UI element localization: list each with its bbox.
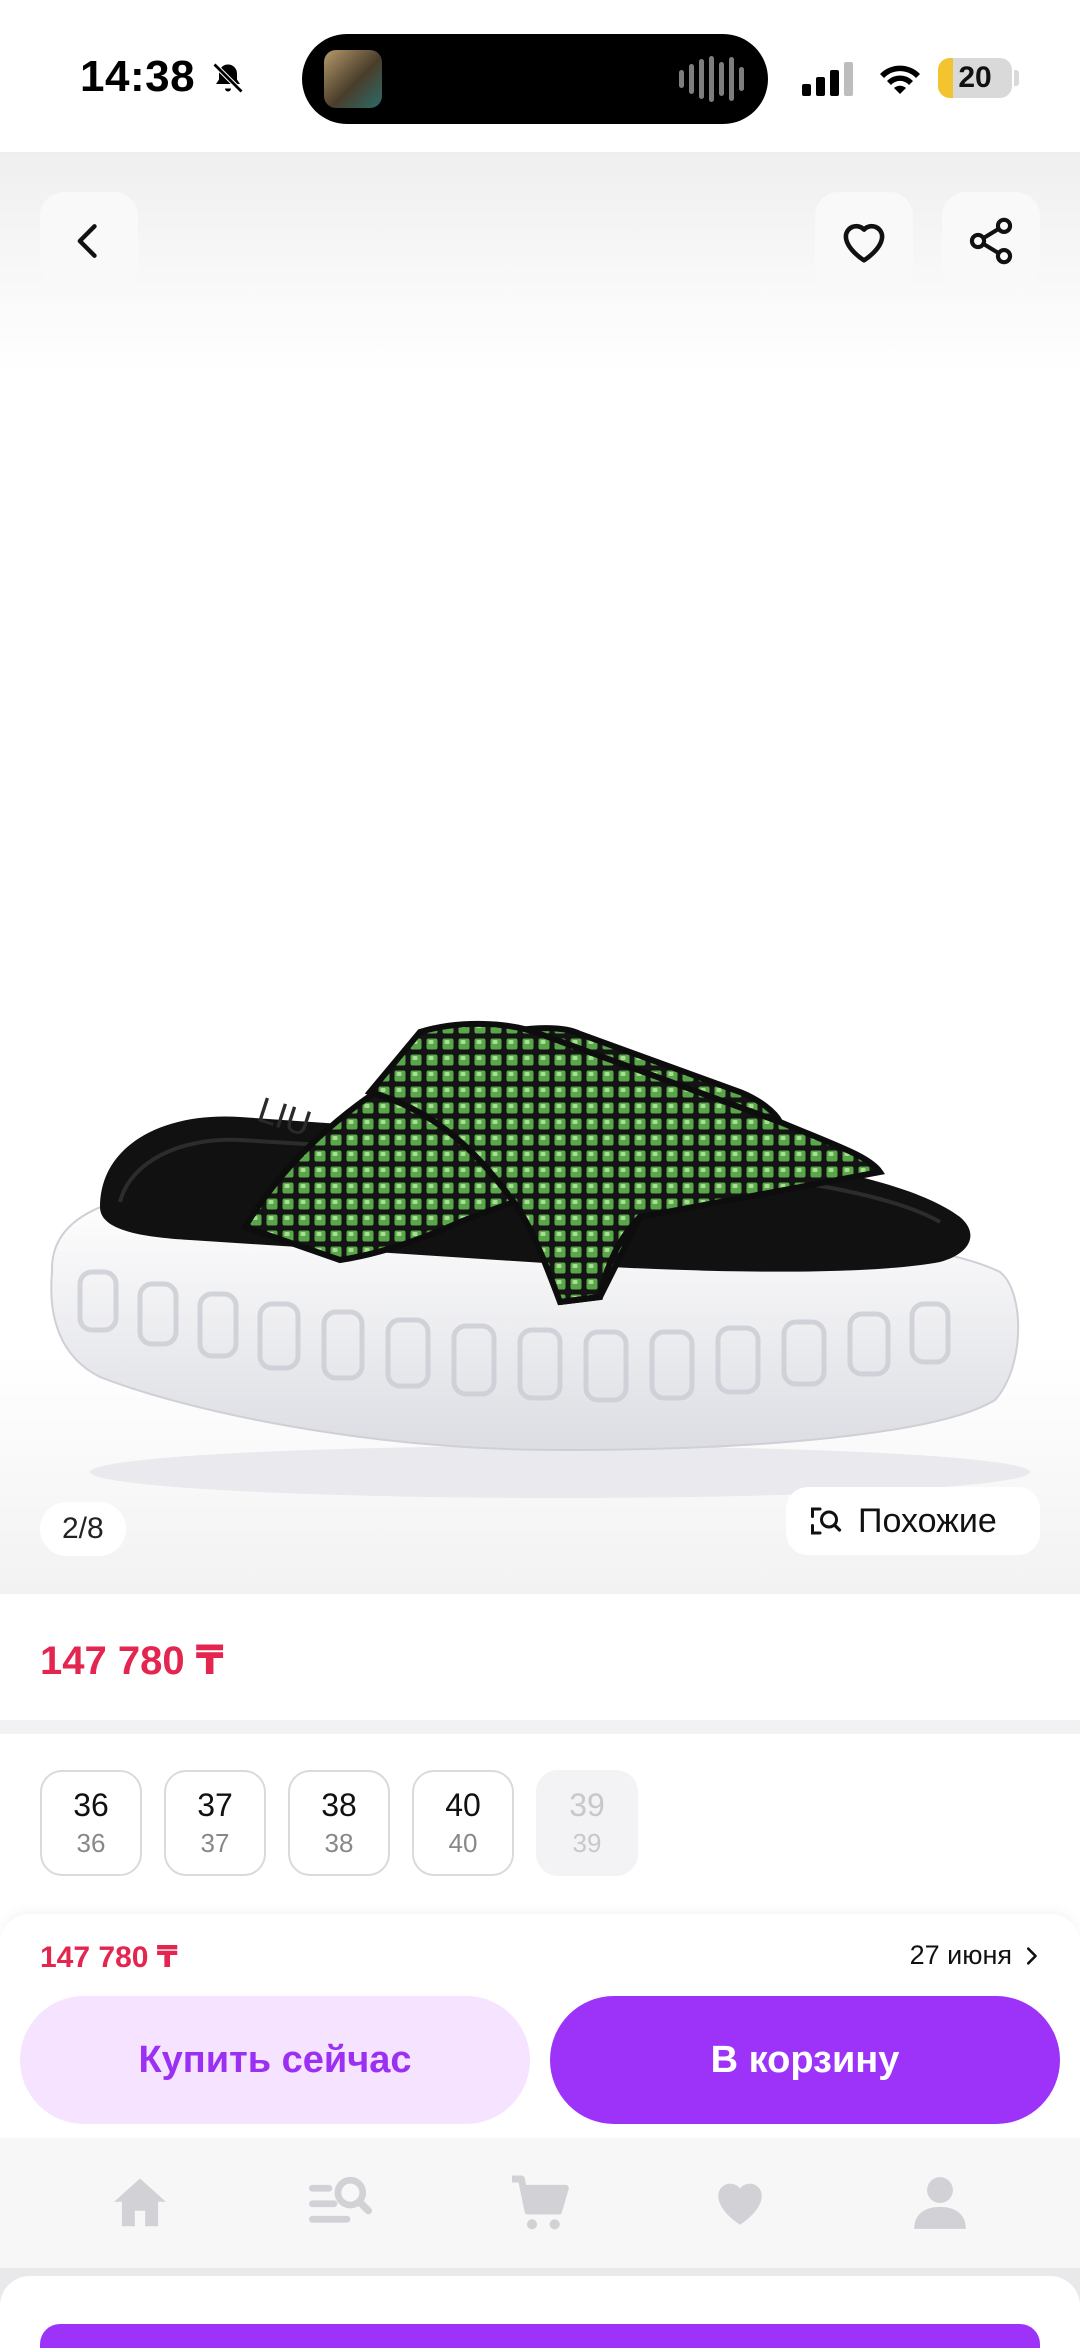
size-chips: 36 36 37 37 38 38 40 40 39 39 [40,1770,638,1876]
now-playing-artwork [324,50,382,108]
size-value: 37 [197,1787,233,1823]
chevron-right-icon [1026,1946,1037,1965]
size-chip-40[interactable]: 40 40 [412,1770,514,1876]
bell-slash-icon [212,62,244,94]
battery-icon: 20 [938,58,1012,98]
tab-favorites[interactable] [680,2153,800,2253]
size-ru: 37 [200,1828,230,1858]
wifi-icon [880,65,920,94]
favorite-button[interactable] [815,192,913,290]
delivery-date-link[interactable]: 27 июня [910,1940,1042,1971]
bottom-sheet-action[interactable] [40,2324,1040,2348]
size-chip-39-unavailable[interactable]: 39 39 [536,1770,638,1876]
image-counter: 2/8 [40,1502,126,1556]
section-divider [0,1720,1080,1734]
size-chip-36[interactable]: 36 36 [40,1770,142,1876]
bottom-tab-bar [0,2138,1080,2268]
size-selector: 36 36 37 37 38 38 40 40 39 39 [0,1734,1080,1914]
audio-waveform-icon [679,56,744,102]
visual-search-icon [811,1507,842,1535]
battery-tip [1014,70,1019,86]
size-chip-38[interactable]: 38 38 [288,1770,390,1876]
buy-panel-price: 147 780 ₸ [40,1941,178,1974]
buy-panel: 147 780 ₸ 27 июня Купить сейчас В корзин… [0,1914,1080,2138]
similar-button[interactable]: Похожие [786,1487,1040,1555]
share-icon [969,217,1013,265]
share-button[interactable] [942,192,1040,290]
favorites-icon [718,2183,762,2225]
catalog-search-icon [309,2176,373,2223]
home-icon [114,2178,166,2227]
tab-cart[interactable] [480,2153,600,2253]
tab-catalog[interactable] [280,2153,400,2253]
add-to-cart-button[interactable]: В корзину [550,1996,1060,2124]
heart-icon [843,223,885,263]
size-value: 36 [73,1787,109,1823]
size-value: 38 [321,1787,357,1823]
tab-profile[interactable] [880,2153,1000,2253]
product-gallery[interactable]: LIU 2/8 Похожие [0,152,1080,1594]
size-ru: 38 [324,1828,354,1858]
delivery-date: 27 июня [909,1940,1012,1970]
size-value: 40 [445,1787,481,1823]
price-card: 147 780 ₸ [0,1594,1080,1720]
cart-icon [512,2175,569,2230]
product-image[interactable]: LIU [40,972,1040,1532]
size-value: 39 [569,1787,605,1823]
size-chip-37[interactable]: 37 37 [164,1770,266,1876]
size-ru: 36 [76,1828,106,1858]
status-bar: 14:38 20 [0,0,1080,152]
tab-home[interactable] [80,2153,200,2253]
chevron-left-icon [77,224,97,258]
buy-now-button[interactable]: Купить сейчас [20,1996,530,2124]
size-ru: 39 [572,1828,602,1858]
status-time: 14:38 [80,52,196,101]
similar-label: Похожие [858,1501,997,1540]
battery-level: 20 [958,61,992,94]
profile-icon [914,2177,966,2229]
dynamic-island[interactable] [302,34,768,124]
product-price: 147 780 ₸ [40,1639,224,1683]
back-button[interactable] [40,192,138,290]
signal-icon [802,62,853,96]
size-ru: 40 [448,1828,478,1858]
